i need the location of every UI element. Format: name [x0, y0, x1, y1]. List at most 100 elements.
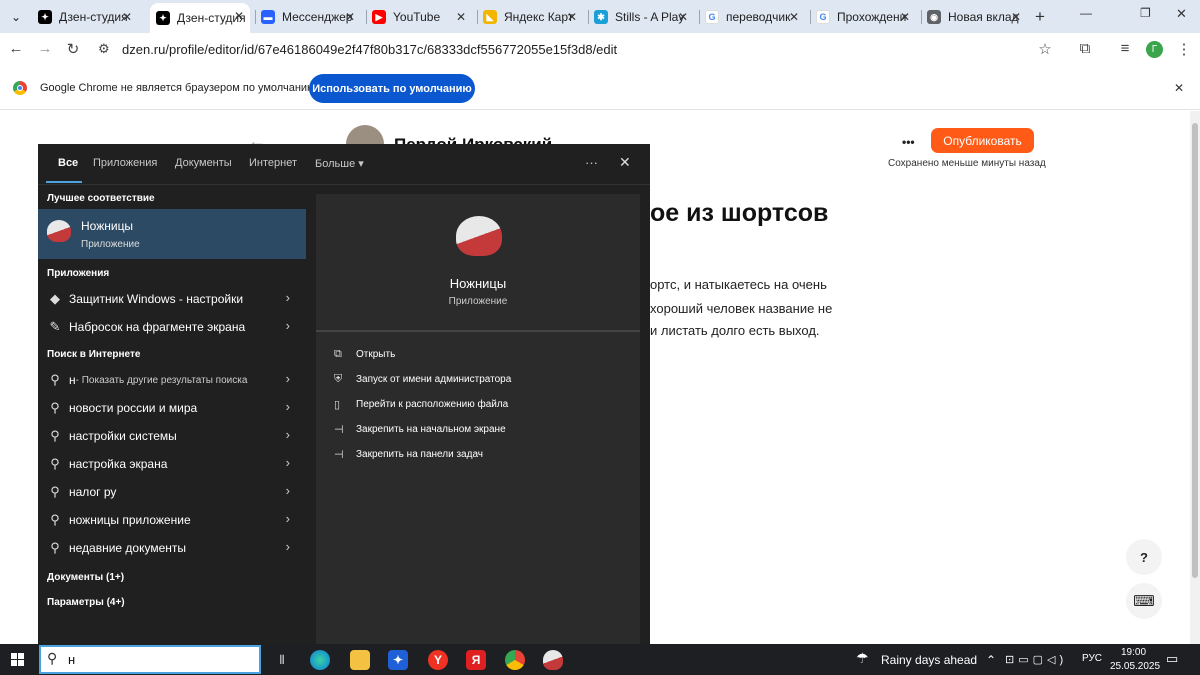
taskbar-search-box[interactable]: ⚲ н [39, 645, 261, 674]
web-result-item[interactable]: ⚲ настройка экрана › [38, 450, 306, 478]
reload-button[interactable]: ↻ [63, 40, 83, 58]
tab-close-icon[interactable]: ✕ [898, 10, 912, 24]
weather-text[interactable]: Rainy days ahead [881, 653, 977, 667]
media-controls-icon[interactable]: ≡ [1115, 40, 1135, 57]
extensions-icon[interactable]: ⧉ [1075, 40, 1095, 57]
browser-tab[interactable]: G Прохождени ✕ [816, 4, 916, 30]
tab-close-icon[interactable]: ✕ [343, 10, 357, 24]
preview-action-item[interactable]: Закрепить на начальном экране [356, 424, 506, 435]
url-text[interactable]: dzen.ru/profile/editor/id/67e46186049e2f… [122, 42, 617, 57]
app-result-item[interactable]: ◆ Защитник Windows - настройки › [38, 285, 306, 313]
browser-tab[interactable]: ✱ Stills - A Play ✕ [594, 4, 694, 30]
search-more-options[interactable]: ··· [585, 155, 598, 170]
article-line-1[interactable]: ортс, и натыкаетесь на очень [650, 277, 827, 292]
infobar-close-button[interactable]: ✕ [1174, 81, 1184, 95]
app-result-item[interactable]: ✎ Набросок на фрагменте экрана › [38, 313, 306, 341]
clock-date[interactable]: 25.05.2025 [1110, 661, 1160, 672]
article-line-2[interactable]: хороший человек название не [650, 301, 832, 316]
tab-close-icon[interactable]: ✕ [1009, 10, 1023, 24]
web-result-item[interactable]: ⚲ ножницы приложение › [38, 506, 306, 534]
chevron-right-icon[interactable]: › [286, 539, 290, 554]
browser-tab[interactable]: Gпереводчик ✕ [705, 4, 805, 30]
tab-close-icon[interactable]: ✕ [565, 10, 579, 24]
chevron-right-icon[interactable]: › [286, 399, 290, 414]
yandex-browser-icon[interactable]: Y [428, 650, 448, 670]
chevron-right-icon[interactable]: › [286, 318, 290, 333]
minimize-button[interactable]: — [1080, 6, 1092, 20]
tab-close-icon[interactable]: ✕ [232, 9, 246, 23]
browser-tab[interactable]: ▶ YouTube ✕ [372, 4, 472, 30]
start-button[interactable] [11, 653, 24, 666]
file-explorer-icon[interactable] [350, 650, 370, 670]
browser-tab[interactable]: ▬ Мессенджер ✕ [261, 4, 361, 30]
publish-button[interactable]: Опубликовать [931, 128, 1034, 153]
search-query-text[interactable]: н [68, 652, 75, 667]
search-close-button[interactable]: ✕ [619, 154, 631, 171]
chevron-right-icon[interactable]: › [286, 290, 290, 305]
chat-support-icon[interactable]: ⌨ [1126, 583, 1162, 619]
search-icon: ⚲ [50, 456, 60, 471]
browser-tab[interactable]: ✦ Дзен-студия ✕ [38, 4, 138, 30]
search-icon: ⚲ [50, 400, 60, 415]
preview-action-item[interactable]: Запуск от имени администратора [356, 374, 511, 385]
tab-close-icon[interactable]: ✕ [787, 10, 801, 24]
browser-tab[interactable]: ◉ Новая вклад ✕ [927, 4, 1027, 30]
back-button[interactable]: ← [6, 40, 26, 57]
task-view-icon[interactable]: ⫴ [272, 650, 292, 670]
preview-action-item[interactable]: Закрепить на панели задач [356, 449, 483, 460]
new-tab-button[interactable]: + [1030, 4, 1050, 30]
site-info-icon[interactable]: ⚙ [98, 41, 110, 57]
tab-close-icon[interactable]: ✕ [676, 10, 690, 24]
chevron-right-icon[interactable]: › [286, 511, 290, 526]
address-bar[interactable]: ⚙ dzen.ru/profile/editor/id/67e46186049e… [90, 37, 1070, 63]
article-line-3[interactable]: и листать долго есть выход. [650, 323, 820, 338]
preview-action-item[interactable]: Перейти к расположению файла [356, 399, 508, 410]
tray-chevron-icon[interactable]: ⌃ [986, 653, 996, 667]
help-button[interactable]: ? [1126, 539, 1162, 575]
chevron-right-icon[interactable]: › [286, 483, 290, 498]
weather-icon[interactable]: ☂ [856, 650, 869, 667]
app-result-label: Набросок на фрагменте экрана [69, 320, 246, 334]
web-result-item[interactable]: ⚲ новости россии и мира › [38, 394, 306, 422]
yandex-icon[interactable]: Я [466, 650, 486, 670]
tab-search-menu-button[interactable]: ⌄ [6, 4, 26, 30]
language-indicator[interactable]: РУС [1082, 653, 1102, 664]
search-filter-tab[interactable]: Приложения [93, 157, 157, 169]
search-filter-tab[interactable]: Все [58, 157, 78, 169]
search-filter-tab[interactable]: Интернет [249, 157, 297, 169]
set-default-button[interactable]: Использовать по умолчанию [309, 74, 475, 103]
snipping-tool-taskbar-icon[interactable] [543, 650, 563, 670]
settings-header[interactable]: Параметры (4+) [47, 597, 125, 608]
notification-icon[interactable]: ▭ [1166, 651, 1178, 667]
page-scrollbar[interactable] [1190, 111, 1200, 644]
clock-time[interactable]: 19:00 [1121, 647, 1146, 658]
search-filter-tab[interactable]: Документы [175, 157, 232, 169]
profile-avatar[interactable]: Г [1146, 41, 1163, 58]
documents-header[interactable]: Документы (1+) [47, 572, 124, 583]
web-result-item[interactable]: ⚲ настройки системы › [38, 422, 306, 450]
tab-close-icon[interactable]: ✕ [120, 10, 134, 24]
more-options-icon[interactable]: ••• [902, 135, 915, 149]
store-icon[interactable]: ✦ [388, 650, 408, 670]
chevron-right-icon[interactable]: › [286, 371, 290, 386]
chevron-right-icon[interactable]: › [286, 455, 290, 470]
system-tray-icons[interactable]: ⊡▭▢◁) [1005, 653, 1067, 666]
tab-close-icon[interactable]: ✕ [454, 10, 468, 24]
edge-icon[interactable] [310, 650, 330, 670]
web-result-item[interactable]: ⚲ налог ру › [38, 478, 306, 506]
preview-action-item[interactable]: Открыть [356, 349, 395, 360]
browser-tab[interactable]: ✦ Дзен-студия ✕ [150, 3, 250, 33]
chevron-right-icon[interactable]: › [286, 427, 290, 442]
bookmark-star-icon[interactable]: ☆ [1035, 40, 1055, 58]
best-match-item[interactable]: Ножницы Приложение [38, 209, 306, 259]
web-result-item[interactable]: ⚲ недавние документы › [38, 534, 306, 562]
chrome-menu-icon[interactable]: ⋮ [1174, 40, 1194, 58]
window-close-button[interactable]: ✕ [1176, 6, 1187, 22]
article-title[interactable]: ое из шортсов [650, 199, 828, 228]
chrome-taskbar-icon[interactable] [505, 650, 525, 670]
restore-button[interactable]: ❐ [1140, 6, 1151, 20]
search-filter-tab[interactable]: Больше ▾ [315, 157, 364, 170]
forward-button[interactable]: → [35, 40, 55, 57]
browser-tab[interactable]: ◣ Яндекс Карт ✕ [483, 4, 583, 30]
web-result-item[interactable]: ⚲ н - Показать другие результаты поиска › [38, 366, 306, 394]
